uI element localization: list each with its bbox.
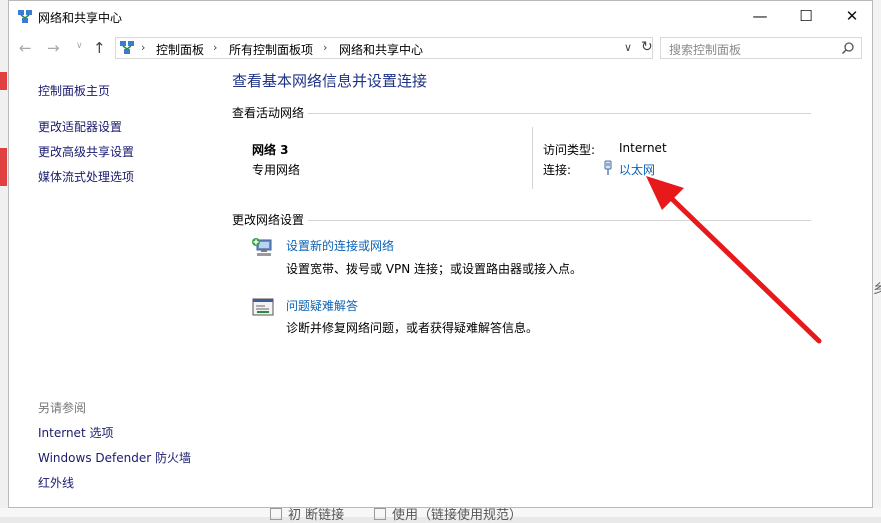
search-input[interactable]: 搜索控制面板	[660, 37, 862, 59]
connection-label: 连接:	[543, 163, 572, 177]
sidebar-item-adapter-settings[interactable]: 更改适配器设置	[38, 118, 122, 135]
network-name: 网络 3	[252, 143, 289, 157]
recent-locations-icon[interactable]: ∨	[76, 41, 83, 51]
navigation-bar: ← → ∨ ↑ › 控制面板 › 所有控制面板项 › 网络和共享中心 ∨ ↻ 搜…	[9, 35, 872, 61]
sidebar-home-link[interactable]: 控制面板主页	[38, 82, 110, 99]
network-sharing-window: 网络和共享中心 — ☐ ✕ ← → ∨ ↑ › 控制面板 › 所有控制面板项 ›…	[8, 0, 873, 508]
search-placeholder: 搜索控制面板	[669, 43, 742, 57]
refresh-icon[interactable]: ↻	[641, 39, 653, 55]
background-red-marker	[0, 72, 7, 90]
ethernet-connection-link[interactable]: 以太网	[619, 161, 655, 178]
new-connection-icon	[252, 238, 272, 256]
network-center-icon	[18, 10, 32, 23]
window-title: 网络和共享中心	[38, 11, 123, 25]
task-troubleshoot-link[interactable]: 问题疑难解答	[286, 297, 358, 314]
background-right-glyph: 乡	[873, 282, 881, 297]
see-also-firewall[interactable]: Windows Defender 防火墙	[38, 449, 191, 466]
section-divider	[308, 220, 811, 221]
address-bar[interactable]: › 控制面板 › 所有控制面板项 › 网络和共享中心 ∨ ↻	[115, 37, 653, 59]
up-icon[interactable]: ↑	[93, 39, 106, 57]
see-also-internet-options[interactable]: Internet 选项	[38, 424, 113, 441]
network-divider	[532, 127, 533, 189]
close-button[interactable]: ✕	[829, 1, 875, 31]
title-bar[interactable]: 网络和共享中心 — ☐ ✕	[9, 1, 872, 32]
background-red-marker	[0, 148, 7, 186]
sidebar-item-advanced-sharing[interactable]: 更改高级共享设置	[38, 143, 134, 160]
task-new-connection-desc: 设置宽带、拨号或 VPN 连接；或设置路由器或接入点。	[286, 262, 583, 276]
breadcrumb-chevron-icon[interactable]: ›	[213, 41, 217, 54]
network-center-icon	[120, 41, 134, 54]
see-also-heading: 另请参阅	[38, 401, 87, 415]
see-also-infrared[interactable]: 红外线	[38, 474, 74, 491]
background-right-strip	[873, 0, 881, 517]
maximize-button[interactable]: ☐	[783, 1, 829, 31]
forward-icon[interactable]: →	[47, 39, 60, 57]
breadcrumb-network-center[interactable]: 网络和共享中心	[339, 41, 423, 58]
section-divider	[308, 113, 811, 114]
breadcrumb-all-items[interactable]: 所有控制面板项	[229, 41, 313, 58]
network-type: 专用网络	[252, 163, 301, 177]
minimize-button[interactable]: —	[737, 1, 783, 31]
breadcrumb-chevron-icon[interactable]: ›	[323, 41, 327, 54]
task-troubleshoot-desc: 诊断并修复网络问题，或者获得疑难解答信息。	[286, 321, 539, 335]
access-type-value: Internet	[619, 141, 667, 155]
troubleshoot-icon	[252, 298, 274, 316]
task-new-connection-link[interactable]: 设置新的连接或网络	[286, 237, 394, 254]
back-icon[interactable]: ←	[19, 39, 32, 57]
breadcrumb-chevron-icon[interactable]: ›	[141, 41, 145, 54]
active-networks-heading: 查看活动网络	[232, 106, 305, 120]
breadcrumb-control-panel[interactable]: 控制面板	[156, 41, 204, 58]
ethernet-icon	[604, 160, 612, 175]
access-type-label: 访问类型:	[543, 143, 596, 157]
page-title: 查看基本网络信息并设置连接	[232, 72, 428, 90]
change-settings-heading: 更改网络设置	[232, 213, 305, 227]
address-dropdown-icon[interactable]: ∨	[624, 41, 632, 54]
search-icon[interactable]	[841, 41, 855, 55]
sidebar-item-media-streaming[interactable]: 媒体流式处理选项	[38, 168, 134, 185]
